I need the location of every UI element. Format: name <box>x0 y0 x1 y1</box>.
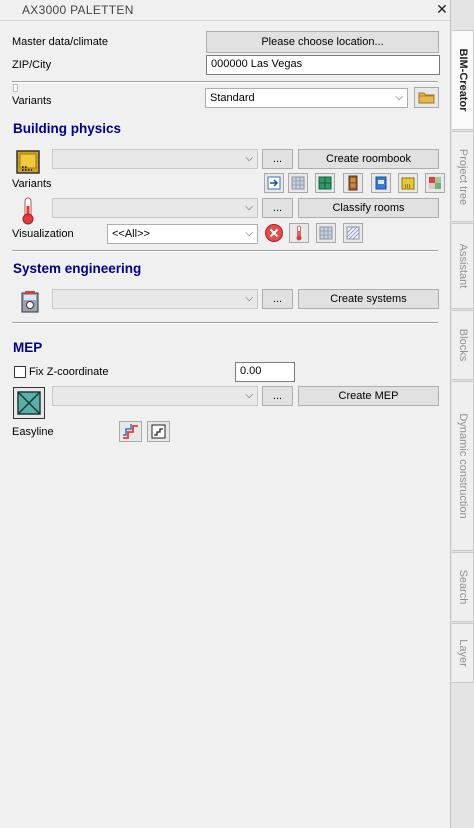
divider <box>12 81 438 83</box>
clear-visualization-icon[interactable] <box>264 223 284 243</box>
tab-project-tree[interactable]: Project tree <box>452 131 474 222</box>
tab-blocks[interactable]: Blocks <box>452 310 474 380</box>
building-physics-heading: Building physics <box>13 121 122 136</box>
create-systems-button[interactable]: Create systems <box>298 289 439 309</box>
tab-bim-creator-label: BIM-Creator <box>456 48 469 112</box>
fix-z-checkbox[interactable] <box>14 366 26 378</box>
multicolor-grid-icon[interactable] <box>425 173 445 193</box>
tab-project-tree-label: Project tree <box>456 148 469 205</box>
thermometer-icon <box>21 197 35 225</box>
z-coordinate-field[interactable]: 0.00 <box>235 362 295 382</box>
tab-assistant-label: Assistant <box>456 243 469 289</box>
systems-dropdown[interactable]: ⌵ <box>52 289 258 309</box>
export-arrow-icon[interactable] <box>264 173 284 193</box>
zip-city-label: ZIP/City <box>12 59 52 71</box>
mep-heading: MEP <box>13 340 43 355</box>
palette-title: AX3000 PALETTEN <box>22 3 134 17</box>
folder-icon[interactable] <box>414 87 439 108</box>
bp-variants-label: Variants <box>12 178 52 190</box>
create-roombook-button[interactable]: Create roombook <box>298 149 439 169</box>
mep-element-icon <box>13 387 45 419</box>
panel-blue-icon[interactable] <box>371 173 391 193</box>
classify-more-button[interactable]: ... <box>262 198 293 218</box>
chevron-down-icon: ⌵ <box>245 390 253 401</box>
chevron-down-icon: ⌵ <box>245 293 253 304</box>
visualization-label: Visualization <box>12 228 74 240</box>
palette-tab-strip: BIM-Creator Project tree Assistant Block… <box>450 0 474 828</box>
system-engineering-heading: System engineering <box>13 261 142 276</box>
roof-yellow-icon[interactable] <box>398 173 418 193</box>
easyline-settings-icon[interactable] <box>147 421 170 442</box>
mep-more-button[interactable]: ... <box>262 386 293 406</box>
easyline-route-icon[interactable] <box>119 421 142 442</box>
divider <box>12 322 438 324</box>
chevron-down-icon: ⌵ <box>245 228 253 239</box>
mep-dropdown[interactable]: ⌵ <box>52 386 258 406</box>
tab-dynamic-construction-label: Dynamic construction <box>456 413 469 519</box>
chevron-down-icon: ⌵ <box>395 92 403 103</box>
tab-layer[interactable]: Layer <box>452 623 474 683</box>
classify-dropdown[interactable]: ⌵ <box>52 198 258 218</box>
chevron-down-icon: ⌵ <box>245 153 253 164</box>
wall-visualization-icon[interactable] <box>316 223 336 243</box>
choose-location-button[interactable]: Please choose location... <box>206 31 439 53</box>
tab-bim-creator[interactable]: BIM-Creator <box>452 30 474 130</box>
tab-layer-label: Layer <box>456 639 469 667</box>
visualization-dropdown-value: <<All>> <box>112 228 150 240</box>
easyline-label: Easyline <box>12 426 54 438</box>
window-green-icon[interactable] <box>315 173 335 193</box>
close-icon[interactable]: ✕ <box>434 1 450 17</box>
bim-creator-panel <box>0 21 450 828</box>
roombook-more-button[interactable]: ... <box>262 149 293 169</box>
tab-assistant[interactable]: Assistant <box>452 223 474 309</box>
master-data-label: Master data/climate <box>12 36 108 48</box>
slider-marker <box>13 84 18 92</box>
create-mep-button[interactable]: Create MEP <box>298 386 439 406</box>
systems-more-button[interactable]: ... <box>262 289 293 309</box>
chevron-down-icon: ⌵ <box>245 202 253 213</box>
zip-city-field[interactable]: 000000 Las Vegas <box>206 55 440 75</box>
temperature-visualization-icon[interactable] <box>289 223 309 243</box>
tab-search[interactable]: Search <box>452 552 474 622</box>
system-unit-icon <box>19 290 41 314</box>
classify-rooms-button[interactable]: Classify rooms <box>298 198 439 218</box>
wall-grid-icon[interactable] <box>288 173 308 193</box>
tab-dynamic-construction[interactable]: Dynamic construction <box>452 381 474 551</box>
tab-blocks-label: Blocks <box>456 328 469 362</box>
variants-dropdown[interactable]: Standard ⌵ <box>205 88 408 108</box>
variants-label: Variants <box>12 95 52 107</box>
variants-dropdown-value: Standard <box>210 92 255 104</box>
roombook-icon <box>16 150 40 174</box>
divider <box>12 250 438 252</box>
hatch-visualization-icon[interactable] <box>343 223 363 243</box>
tab-search-label: Search <box>456 569 469 605</box>
door-icon[interactable] <box>343 173 363 193</box>
visualization-dropdown[interactable]: <<All>> ⌵ <box>107 224 258 244</box>
fix-z-label: Fix Z-coordinate <box>29 366 109 378</box>
roombook-dropdown[interactable]: ⌵ <box>52 149 258 169</box>
